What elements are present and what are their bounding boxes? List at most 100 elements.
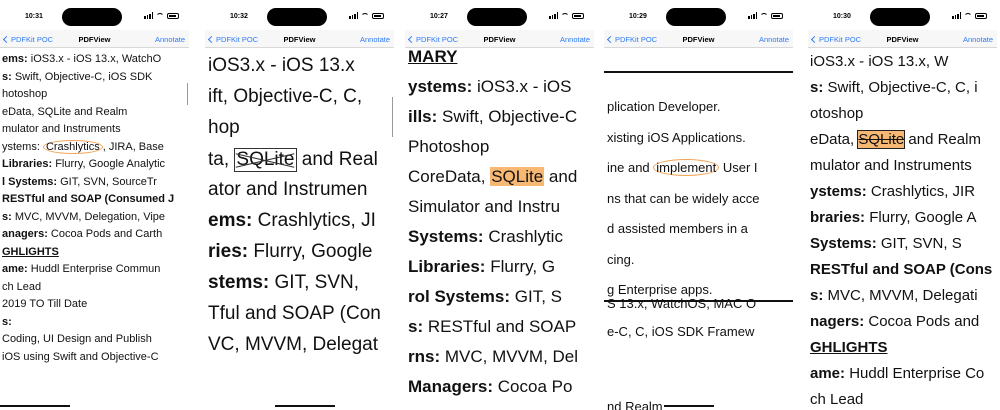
annotate-button[interactable]: Annotate bbox=[560, 35, 590, 44]
pdf-text-line[interactable]: ift, Objective-C, C, bbox=[208, 86, 362, 108]
pdf-text-line[interactable]: anagers: Cocoa Pods and Carth bbox=[2, 228, 162, 240]
pdf-text-line[interactable]: ystems: Crashlytics, JIR bbox=[810, 183, 975, 200]
pdf-text-line[interactable]: Libraries: Flurry, Google Analytic bbox=[2, 158, 165, 170]
pdf-text-line[interactable]: iOS using Swift and Objective-C bbox=[2, 351, 159, 363]
pdf-text-line[interactable]: otoshop bbox=[810, 105, 863, 122]
pdf-text-line[interactable]: S 13.x, WatchOS, MAC O bbox=[607, 296, 756, 311]
pdf-text-line[interactable]: GHLIGHTS bbox=[810, 339, 888, 356]
pdf-text-line[interactable]: xisting iOS Applications. bbox=[607, 130, 746, 145]
back-button[interactable]: PDFKit POC bbox=[2, 35, 53, 44]
pdf-text-line[interactable]: Coding, UI Design and Publish bbox=[2, 333, 152, 345]
pdf-view[interactable]: MARY ystems: iOS3.x - iOS ills: Swift, Obj… bbox=[405, 49, 594, 410]
pdf-text-line[interactable]: cing. bbox=[607, 252, 634, 267]
pdf-view[interactable]: iOS3.x - iOS 13.x, W s: Swift, Objective-… bbox=[808, 49, 997, 410]
pdf-text-line[interactable]: Tful and SOAP (Con bbox=[208, 303, 381, 325]
status-time: 10:30 bbox=[833, 13, 851, 20]
text-value: Flurry, Google A bbox=[865, 209, 977, 226]
pdf-text-line[interactable]: rns: MVC, MVVM, Del bbox=[408, 347, 578, 367]
pdf-text-line[interactable]: rol Systems: GIT, S bbox=[408, 287, 562, 307]
annotation-mark[interactable]: SQLite bbox=[490, 167, 545, 186]
pdf-text-line[interactable]: s: RESTful and SOAP bbox=[408, 317, 576, 337]
pdf-text-line[interactable]: mulator and Instruments bbox=[810, 157, 972, 174]
text-label: ries: bbox=[208, 241, 249, 262]
pdf-text-line[interactable]: s: MVC, MVVM, Delegation, Vipe bbox=[2, 211, 165, 223]
pdf-text-line[interactable]: s: Swift, Objective-C, C, i bbox=[810, 79, 978, 96]
pdf-text-line[interactable]: ame: Huddl Enterprise Commun bbox=[2, 263, 160, 275]
pdf-text-line[interactable]: s: MVC, MVVM, Delegati bbox=[810, 287, 978, 304]
pdf-text-line[interactable]: ystems: Crashlytics, JIRA, Base bbox=[2, 139, 164, 154]
pdf-text-line[interactable]: ame: Huddl Enterprise Co bbox=[810, 365, 984, 382]
pdf-text-line[interactable]: g Enterprise apps. bbox=[607, 282, 713, 297]
annotate-button[interactable]: Annotate bbox=[155, 35, 185, 44]
pdf-text-line[interactable]: Libraries: Flurry, G bbox=[408, 257, 555, 277]
pdf-text-line[interactable]: ries: Flurry, Google bbox=[208, 241, 372, 263]
navigation-bar: PDFKit POC PDFView Annotate bbox=[405, 30, 594, 48]
pdf-text-line[interactable]: ta, SQLite and Real bbox=[208, 148, 378, 172]
pdf-text-line[interactable]: ems: Crashlytics, JI bbox=[208, 210, 376, 232]
pdf-text-line[interactable]: CoreData, SQLite and bbox=[408, 167, 577, 187]
pdf-text-line[interactable]: ills: Swift, Objective-C bbox=[408, 107, 577, 127]
pdf-text-line[interactable]: nagers: Cocoa Pods and bbox=[810, 313, 979, 330]
pdf-text-line[interactable]: e-C, C, iOS SDK Framew bbox=[607, 324, 754, 339]
pdf-text-line[interactable]: RESTful and SOAP (Consumed J bbox=[2, 193, 174, 205]
pdf-text-line[interactable]: 2019 TO Till Date bbox=[2, 298, 87, 310]
pdf-view[interactable]: iOS3.x - iOS 13.x ift, Objective-C, C, hop… bbox=[205, 49, 394, 410]
status-bar: 10:27 bbox=[405, 8, 594, 28]
pdf-text-line[interactable]: Systems: Crashlytic bbox=[408, 227, 563, 247]
pdf-text-line[interactable]: d assisted members in a bbox=[607, 221, 748, 236]
text-value: Huddl Enterprise Co bbox=[845, 365, 985, 382]
pdf-text-line[interactable]: ns that can be widely acce bbox=[607, 191, 759, 206]
pdf-text-line[interactable]: stems: GIT, SVN, bbox=[208, 272, 359, 294]
text-label: GHLIGHTS bbox=[810, 339, 888, 356]
pdf-text-line[interactable]: ine and implement User I bbox=[607, 159, 758, 176]
pdf-text-line[interactable]: eData, SQLite and Realm bbox=[810, 130, 981, 149]
pdf-text-line[interactable]: Simulator and Instru bbox=[408, 197, 560, 217]
pdf-text-line[interactable]: s: bbox=[2, 316, 12, 328]
pdf-text-line[interactable]: ch Lead bbox=[2, 281, 41, 293]
pdf-text-line[interactable]: braries: Flurry, Google A bbox=[810, 209, 976, 226]
pdf-text-line[interactable]: ch Lead bbox=[810, 391, 863, 408]
chevron-left-icon bbox=[2, 35, 11, 44]
pdf-text-line[interactable]: VC, MVVM, Delegat bbox=[208, 334, 378, 356]
pdf-text-line[interactable]: hop bbox=[208, 117, 240, 139]
pdf-text-line[interactable]: nd Realm bbox=[607, 399, 663, 410]
pdf-view[interactable]: plication Developer. xisting iOS Applicat… bbox=[604, 49, 793, 410]
status-bar: 10:31 bbox=[0, 8, 189, 28]
annotation-mark[interactable]: Crashlytics bbox=[42, 139, 103, 154]
annotate-button[interactable]: Annotate bbox=[759, 35, 789, 44]
text-segment: eData, bbox=[810, 131, 859, 148]
annotation-mark[interactable]: SQLite bbox=[234, 148, 297, 172]
pdf-text-line[interactable]: RESTful and SOAP (Cons bbox=[810, 261, 992, 278]
signal-icon bbox=[748, 12, 757, 19]
pdf-text-line[interactable]: ator and Instrumen bbox=[208, 179, 367, 201]
text-label: ystems: bbox=[408, 77, 473, 96]
pdf-text-line[interactable]: iOS3.x - iOS 13.x bbox=[208, 55, 355, 77]
annotate-button[interactable]: Annotate bbox=[360, 35, 390, 44]
pdf-text-line[interactable]: ystems: iOS3.x - iOS bbox=[408, 77, 571, 97]
pdf-text-line[interactable]: l Systems: GIT, SVN, SourceTr bbox=[2, 176, 157, 188]
back-button[interactable]: PDFKit POC bbox=[207, 35, 258, 44]
pdf-text-line[interactable]: eData, SQLite and Realm bbox=[2, 106, 127, 118]
pdf-text-line[interactable]: ems: iOS3.x - iOS 13.x, WatchO bbox=[2, 53, 161, 65]
pdf-text-line[interactable]: mulator and Instruments bbox=[2, 123, 121, 135]
pdf-text-line[interactable]: plication Developer. bbox=[607, 99, 720, 114]
back-button[interactable]: PDFKit POC bbox=[606, 35, 657, 44]
back-button[interactable]: PDFKit POC bbox=[407, 35, 458, 44]
pdf-text-line[interactable]: s: Swift, Objective-C, iOS SDK bbox=[2, 71, 152, 83]
phone-screen: 10:30 PDFKit POC PDFView Annotate iOS3.x… bbox=[808, 8, 997, 410]
text-value: Swift, Objective-C, iOS SDK bbox=[11, 70, 153, 83]
section-divider bbox=[604, 300, 793, 302]
pdf-text-line[interactable]: MARY bbox=[408, 49, 457, 67]
pdf-text-line[interactable]: Photoshop bbox=[408, 137, 489, 157]
pdf-text-line[interactable]: iOS3.x - iOS 13.x, W bbox=[810, 53, 948, 70]
annotation-mark[interactable]: SQLite bbox=[857, 130, 906, 149]
annotation-mark[interactable]: implement bbox=[653, 159, 720, 176]
back-button[interactable]: PDFKit POC bbox=[810, 35, 861, 44]
pdf-text-line[interactable]: Managers: Cocoa Po bbox=[408, 377, 572, 397]
pdf-text-line[interactable]: hotoshop bbox=[2, 88, 47, 100]
pdf-text-line[interactable]: GHLIGHTS bbox=[2, 246, 59, 258]
pdf-text-line[interactable]: Systems: GIT, SVN, S bbox=[810, 235, 962, 252]
annotate-button[interactable]: Annotate bbox=[963, 35, 993, 44]
pdf-view[interactable]: ems: iOS3.x - iOS 13.x, WatchO s: Swift, … bbox=[0, 49, 189, 410]
text-cursor bbox=[187, 83, 188, 105]
